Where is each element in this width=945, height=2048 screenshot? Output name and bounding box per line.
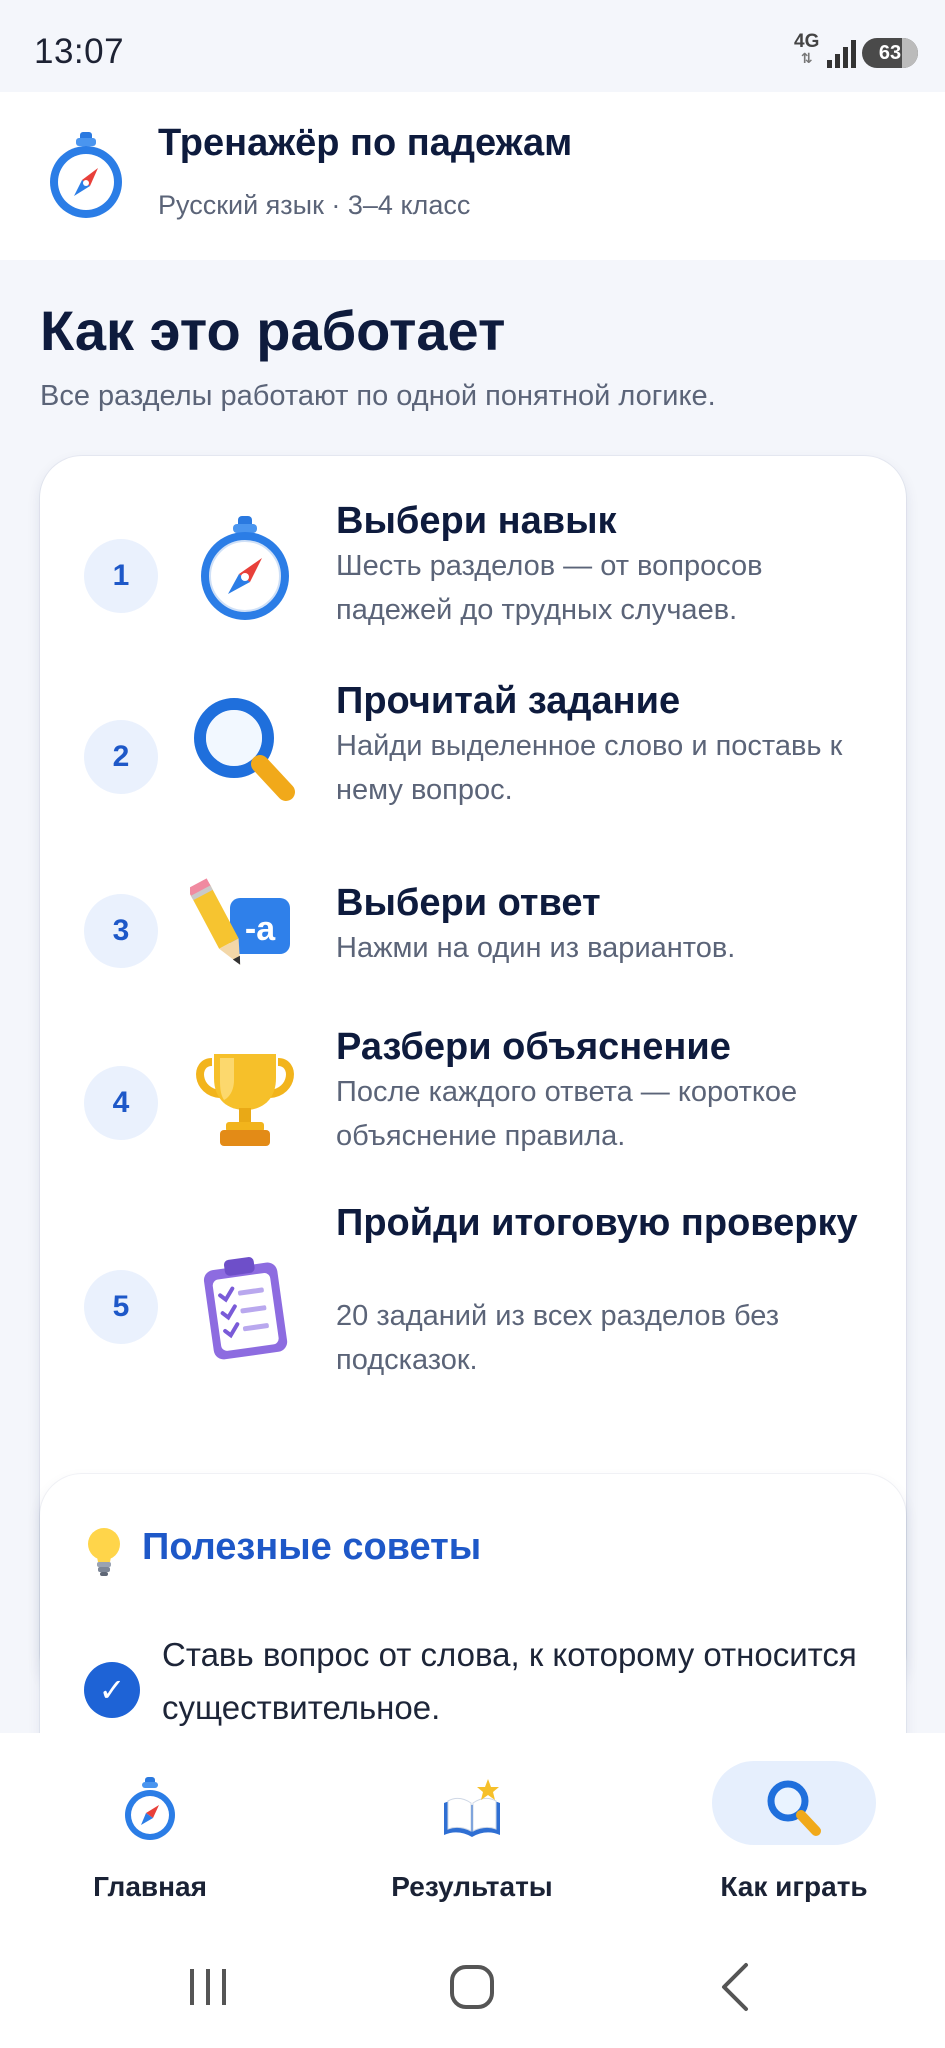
- main-content[interactable]: Как это работает Все разделы работают по…: [0, 260, 945, 1733]
- step-description: Найди выделенное слово и поставь к нему …: [336, 730, 843, 806]
- magnifier-icon: [767, 1780, 821, 1836]
- recent-apps-icon[interactable]: [178, 1959, 238, 2015]
- bottom-navigation: Главная Результаты Как играть: [0, 1733, 945, 1925]
- nav-label: Как играть: [720, 1871, 868, 1902]
- home-icon[interactable]: [442, 1959, 502, 2015]
- page-title: Как это работает: [40, 299, 506, 362]
- pencil-letter-icon: -a: [190, 878, 290, 965]
- nav-label: Главная: [93, 1871, 207, 1902]
- lightbulb-icon: [88, 1528, 120, 1576]
- open-book-star-icon: [444, 1779, 500, 1837]
- step-number: 3: [84, 894, 158, 968]
- tips-title: Полезные советы: [142, 1526, 482, 1568]
- network-type: 4G ⇅: [794, 31, 820, 66]
- step-title: Разбери объяснение: [336, 1026, 731, 1068]
- step-title: Выбери ответ: [336, 882, 601, 924]
- system-navigation-bar: [0, 1925, 945, 2048]
- compass-icon: [50, 132, 122, 218]
- compass-icon: [201, 516, 289, 620]
- nav-label: Результаты: [391, 1871, 553, 1902]
- clipboard-checklist-icon: [203, 1257, 288, 1360]
- tip-text: Ставь вопрос от слова, к которому относи…: [162, 1636, 857, 1726]
- step-number: 2: [84, 720, 158, 794]
- compass-icon: [125, 1777, 175, 1840]
- nav-item-how-to-play[interactable]: Как играть: [644, 1733, 944, 1925]
- magnifier-icon: [194, 698, 295, 801]
- app-header: Тренажёр по падежам Русский язык · 3–4 к…: [0, 92, 945, 260]
- step-description: После каждого ответа — короткое объяснен…: [336, 1076, 798, 1152]
- battery-level: 63: [878, 42, 902, 64]
- tips-card: Полезные советы ✓ Ставь вопрос от слова,…: [40, 1474, 906, 1733]
- step-title: Пройди итоговую проверку: [336, 1202, 858, 1244]
- svg-text:-a: -a: [245, 910, 276, 948]
- step-number: 1: [84, 539, 158, 613]
- step-number: 4: [84, 1066, 158, 1140]
- battery-indicator: 63: [862, 38, 918, 68]
- status-bar: 13:07 4G ⇅ 63: [0, 0, 945, 92]
- status-time: 13:07: [34, 32, 125, 71]
- step-number: 5: [84, 1270, 158, 1344]
- nav-item-home[interactable]: Главная: [0, 1733, 300, 1925]
- checkmark-icon: ✓: [84, 1662, 140, 1718]
- app-title: Тренажёр по падежам: [158, 122, 573, 164]
- step-description: Нажми на один из вариантов.: [336, 932, 736, 964]
- step-title: Прочитай задание: [336, 680, 681, 722]
- trophy-icon: [196, 1054, 294, 1146]
- app-subtitle: Русский язык · 3–4 класс: [158, 190, 471, 220]
- step-description: Шесть разделов — от вопросов падежей до …: [336, 550, 763, 626]
- page-subtitle: Все разделы работают по одной понятной л…: [40, 380, 716, 412]
- step-description: 20 заданий из всех разделов без подсказо…: [336, 1300, 780, 1376]
- step-title: Выбери навык: [336, 500, 617, 542]
- back-icon[interactable]: [706, 1959, 766, 2015]
- nav-item-results[interactable]: Результаты: [322, 1733, 622, 1925]
- signal-icon: [827, 40, 856, 68]
